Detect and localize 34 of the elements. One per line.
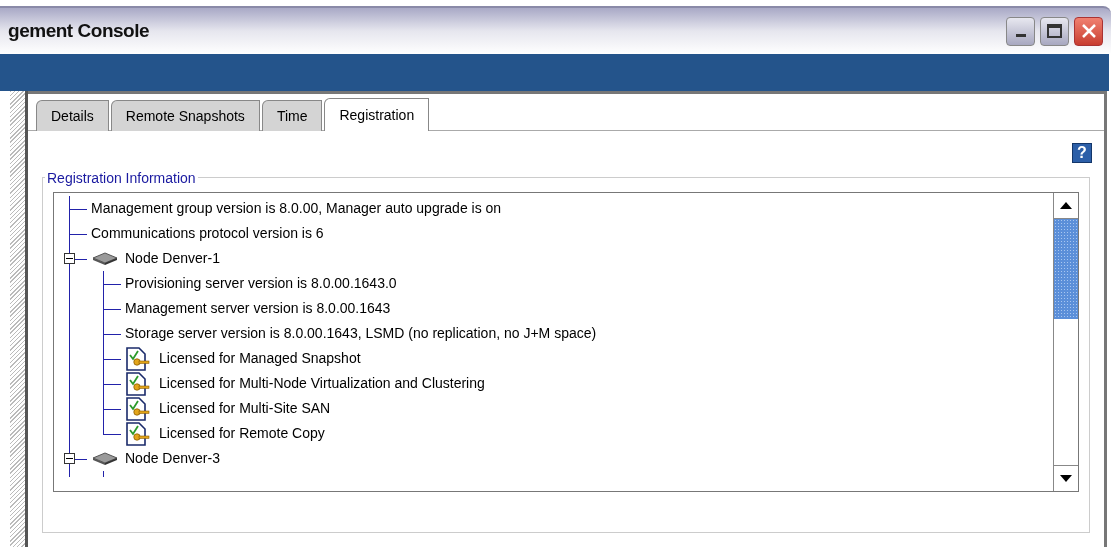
tab[interactable]: Time xyxy=(261,100,323,131)
tree-item-label[interactable]: Management server version is 8.0.00.1643 xyxy=(125,298,391,319)
close-button[interactable] xyxy=(1074,16,1103,46)
maximize-button[interactable] xyxy=(1040,16,1069,46)
tree-item-label[interactable]: Node Denver-3 xyxy=(125,448,220,469)
tree-item-label[interactable]: Licensed for Multi-Node Virtualization and Clustering xyxy=(159,373,485,394)
tree-item-label[interactable]: Management group version is 8.0.00, Manager auto upgrade is on xyxy=(91,198,502,219)
license-certificate-icon xyxy=(125,396,151,421)
scrollbar[interactable] xyxy=(1053,193,1078,491)
down-arrow-icon xyxy=(1060,475,1072,482)
license-certificate-icon xyxy=(125,421,151,446)
collapse-toggle[interactable] xyxy=(64,253,75,264)
collapse-toggle[interactable] xyxy=(64,453,75,464)
tree-item-label[interactable]: Provisioning server version is 8.0.00.1643.0 xyxy=(125,273,397,294)
tree-item-label[interactable]: Licensed for Multi-Site SAN xyxy=(159,398,331,419)
help-button[interactable]: ? xyxy=(1072,143,1092,163)
tab[interactable]: Details xyxy=(36,100,109,131)
tree-item-label[interactable]: Node Denver-1 xyxy=(125,248,220,269)
scroll-thumb[interactable] xyxy=(1054,219,1078,319)
splitter-handle[interactable] xyxy=(10,91,25,547)
up-arrow-icon xyxy=(1060,202,1072,209)
license-certificate-icon xyxy=(125,346,151,371)
tree-item-label[interactable]: Licensed for Remote Copy xyxy=(159,423,325,444)
tree-item-label[interactable]: Licensed for Managed Snapshot xyxy=(159,348,361,369)
tree-item-label[interactable]: Storage server version is 8.0.00.1643, LSMD (no replication, no J+M space) xyxy=(125,323,597,344)
window-title: gement Console xyxy=(8,18,150,43)
tab[interactable]: Registration xyxy=(324,98,430,131)
license-certificate-icon xyxy=(125,371,151,396)
server-icon xyxy=(91,251,119,266)
minimize-button[interactable] xyxy=(1006,16,1035,46)
close-icon xyxy=(1080,23,1097,39)
server-icon xyxy=(91,451,119,466)
tree-item-label[interactable]: Communications protocol version is 6 xyxy=(91,223,324,244)
tab[interactable]: Remote Snapshots xyxy=(110,100,260,131)
